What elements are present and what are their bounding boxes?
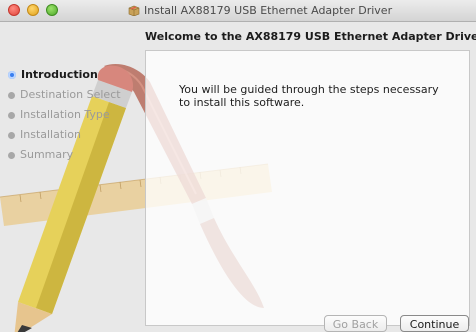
minimize-window-button[interactable] [27,4,39,16]
continue-button[interactable]: Continue [400,315,469,332]
close-window-button[interactable] [8,4,20,16]
page-heading: Welcome to the AX88179 USB Ethernet Adap… [145,30,476,43]
step-summary: Summary [8,145,148,165]
step-destination-select: Destination Select [8,85,148,105]
step-introduction: Introduction [8,65,148,85]
step-bullet-icon [8,151,15,159]
step-installation-type: Installation Type [8,105,148,125]
go-back-button[interactable]: Go Back [324,315,387,332]
window-title: Install AX88179 USB Ethernet Adapter Dri… [128,3,392,18]
title-bar: Install AX88179 USB Ethernet Adapter Dri… [0,0,476,22]
step-bullet-icon [8,131,15,139]
step-installation: Installation [8,125,148,145]
step-label: Destination Select [20,88,121,101]
step-bullet-icon [8,111,15,119]
window-title-text: Install AX88179 USB Ethernet Adapter Dri… [144,4,393,17]
step-label: Installation [20,128,81,141]
intro-message: You will be guided through the steps nec… [179,83,439,109]
zoom-window-button[interactable] [46,4,58,16]
package-icon [128,5,140,16]
content-panel: You will be guided through the steps nec… [145,50,470,326]
step-label: Introduction [21,68,98,81]
current-step-bullet-icon [8,71,16,79]
installer-content: Welcome to the AX88179 USB Ethernet Adap… [0,22,476,332]
step-label: Summary [20,148,74,161]
step-bullet-icon [8,91,15,99]
step-label: Installation Type [20,108,110,121]
step-list: Introduction Destination Select Installa… [8,65,148,165]
